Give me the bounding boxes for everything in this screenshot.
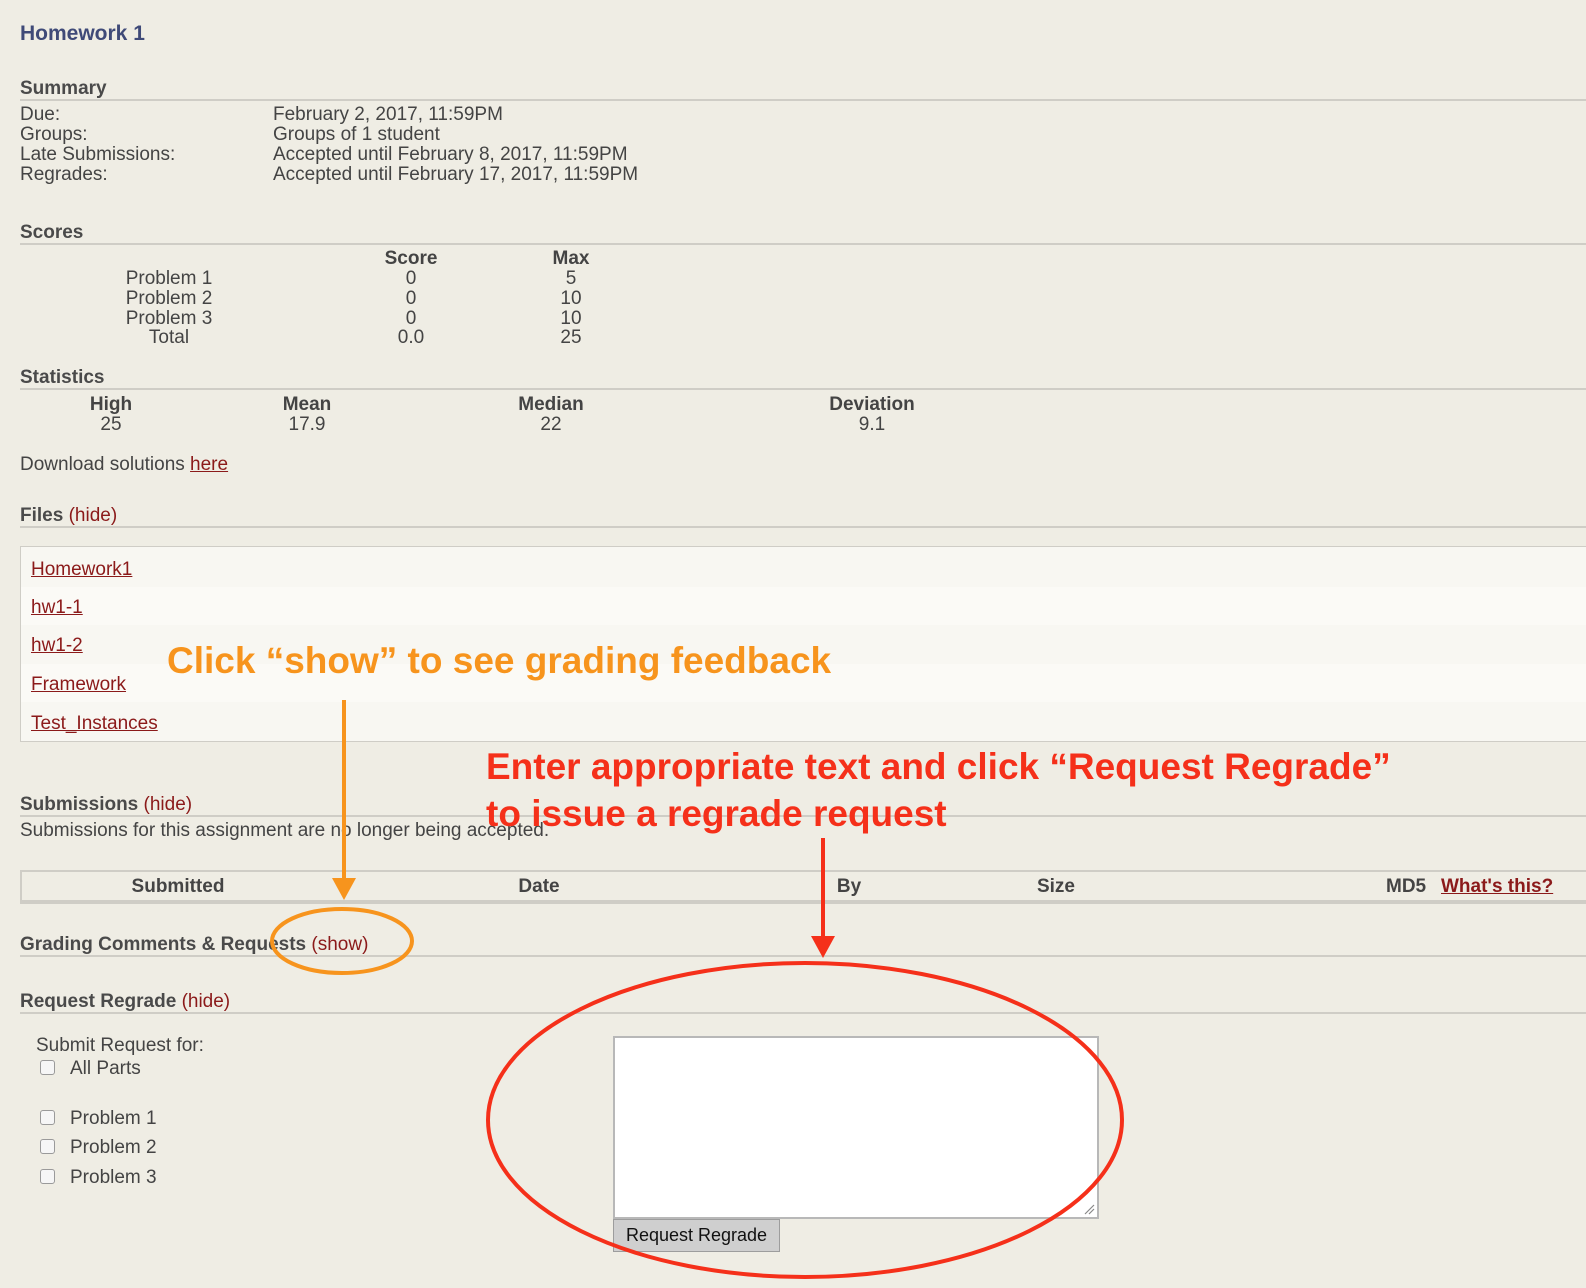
summary-label: Regrades: [20, 164, 108, 185]
column-by: By [836, 876, 862, 897]
regrade-hide-toggle[interactable]: (hide) [182, 991, 231, 1012]
files-hide-toggle[interactable]: (hide) [69, 505, 118, 526]
regrade-request-textarea[interactable] [613, 1036, 1099, 1219]
summary-value: February 2, 2017, 11:59PM [273, 104, 503, 125]
score-row-name: Problem 2 [125, 288, 213, 309]
page-title: Homework 1 [20, 22, 145, 45]
submissions-section-header: Submissions (hide) [20, 794, 192, 816]
file-link[interactable]: hw1-2 [31, 635, 83, 657]
score-row-name: Problem 1 [125, 268, 213, 289]
regrade-heading: Request Regrade [20, 991, 177, 1012]
summary-label: Groups: [20, 124, 88, 145]
checkbox-label: Problem 3 [70, 1167, 157, 1188]
regrade-hint-annotation-line2: to issue a regrade request [486, 793, 947, 834]
file-link[interactable]: Framework [31, 674, 126, 696]
summary-label: Late Submissions: [20, 144, 176, 165]
submissions-table-header: Submitted Date By Size MD5 What's this? [20, 870, 1586, 904]
download-text: Download solutions [20, 454, 185, 475]
statistics-divider [20, 388, 1586, 390]
checkbox-label: All Parts [70, 1058, 141, 1079]
stat-label: Mean [282, 394, 332, 415]
checkbox-label: Problem 1 [70, 1108, 157, 1129]
submissions-notice: Submissions for this assignment are no l… [20, 820, 550, 841]
file-link[interactable]: Homework1 [31, 559, 132, 581]
regrade-section-header: Request Regrade (hide) [20, 991, 230, 1013]
column-md5: MD5 [1386, 876, 1427, 897]
stat-label: High [89, 394, 133, 415]
stat-value: 9.1 [858, 414, 886, 435]
scores-heading: Scores [20, 222, 84, 243]
statistics-heading: Statistics [20, 367, 105, 388]
grading-heading: Grading Comments & Requests [20, 934, 307, 955]
resize-grip-icon[interactable] [1083, 1203, 1095, 1215]
list-item: Homework1 [21, 549, 1586, 587]
summary-label: Due: [20, 104, 61, 125]
download-solutions-link[interactable]: here [190, 454, 228, 475]
grading-divider [20, 955, 1586, 957]
stat-label: Median [518, 394, 584, 415]
max-column-header: Max [552, 248, 590, 269]
problem-2-checkbox[interactable] [40, 1139, 55, 1154]
files-divider [20, 526, 1586, 528]
grading-show-toggle[interactable]: (show) [311, 934, 368, 955]
summary-heading: Summary [20, 78, 107, 99]
column-size: Size [1036, 876, 1076, 897]
submit-request-label: Submit Request for: [36, 1035, 204, 1056]
column-date: Date [518, 876, 560, 897]
problem-1-checkbox[interactable] [40, 1110, 55, 1125]
file-link[interactable]: Test_Instances [31, 713, 158, 735]
stat-value: 22 [540, 414, 562, 435]
grading-section-header: Grading Comments & Requests (show) [20, 934, 368, 956]
summary-divider [20, 99, 1586, 101]
regrade-hint-annotation-line1: Enter appropriate text and click “Reques… [486, 746, 1391, 787]
checkbox-label: Problem 2 [70, 1137, 157, 1158]
score-row-max: 5 [565, 268, 577, 289]
score-column-header: Score [384, 248, 438, 269]
show-hint-annotation: Click “show” to see grading feedback [167, 640, 832, 681]
score-row-max: 10 [560, 288, 582, 309]
request-regrade-button[interactable]: Request Regrade [613, 1219, 780, 1252]
summary-value: Accepted until February 17, 2017, 11:59P… [273, 164, 639, 185]
score-row-score: 0.0 [397, 327, 425, 348]
stat-value: 17.9 [288, 414, 326, 435]
stat-value: 25 [100, 414, 122, 435]
column-submitted: Submitted [131, 876, 225, 897]
whats-this-link[interactable]: What's this? [1441, 876, 1553, 898]
submissions-hide-toggle[interactable]: (hide) [144, 794, 193, 815]
files-heading: Files [20, 505, 64, 526]
score-row-name: Total [148, 327, 190, 348]
regrade-divider [20, 1012, 1586, 1014]
score-row-score: 0 [405, 288, 417, 309]
summary-value: Groups of 1 student [273, 124, 440, 145]
download-solutions: Download solutions here [20, 454, 228, 476]
scores-divider [20, 243, 1586, 245]
all-parts-checkbox[interactable] [40, 1060, 55, 1075]
submissions-heading: Submissions [20, 794, 139, 815]
stat-label: Deviation [829, 394, 915, 415]
list-item: hw1-1 [21, 587, 1586, 625]
score-row-max: 25 [560, 327, 582, 348]
summary-value: Accepted until February 8, 2017, 11:59PM [273, 144, 628, 165]
list-item: Test_Instances [21, 703, 1586, 741]
files-section-header: Files (hide) [20, 505, 117, 527]
problem-3-checkbox[interactable] [40, 1169, 55, 1184]
file-link[interactable]: hw1-1 [31, 597, 83, 619]
score-row-score: 0 [405, 268, 417, 289]
